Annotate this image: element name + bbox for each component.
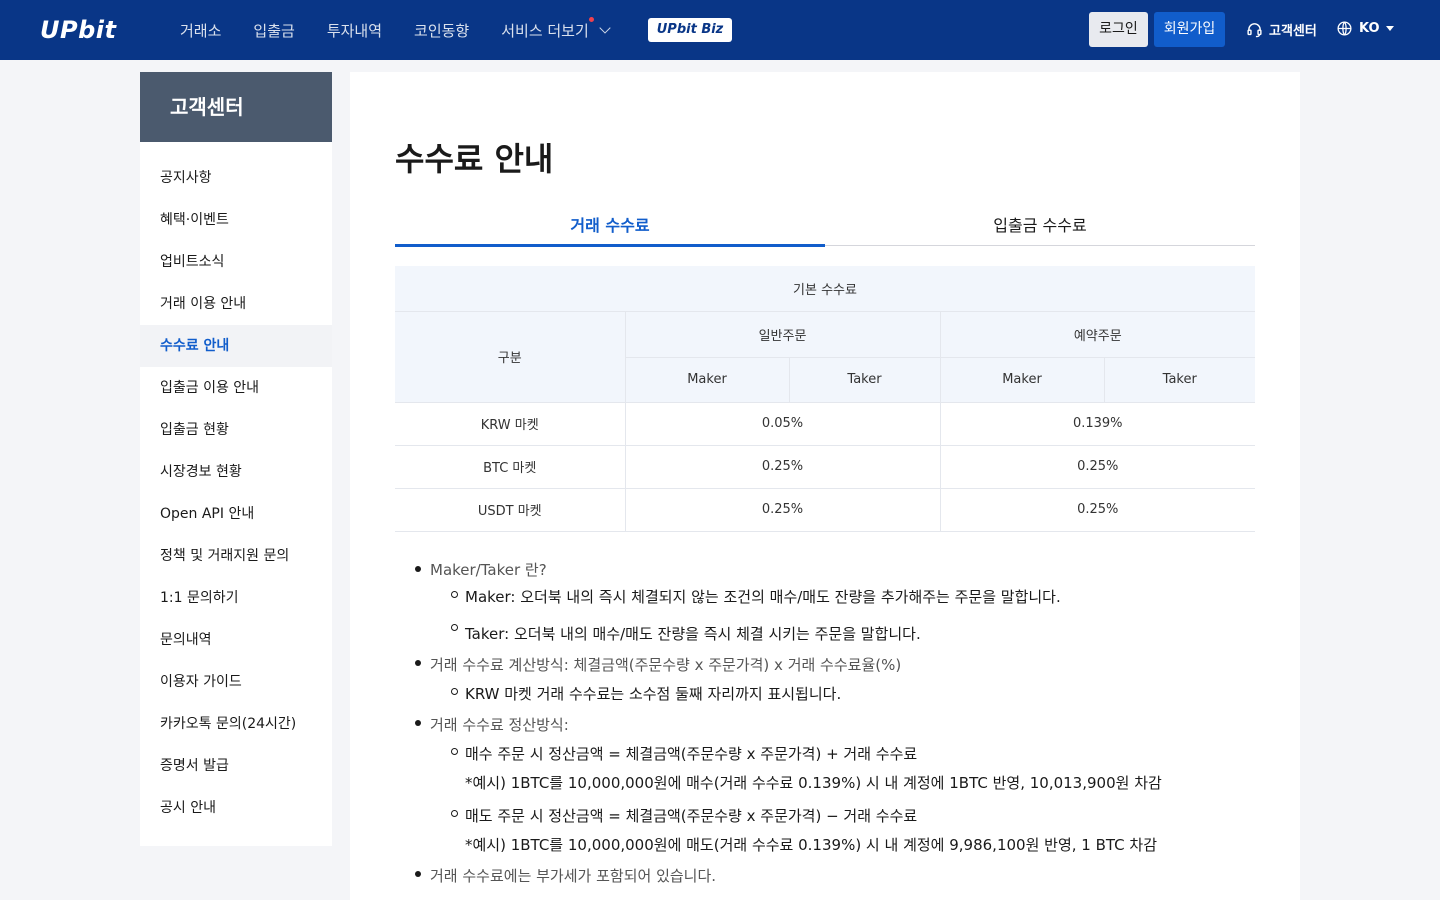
header-normal-maker: Maker	[624, 357, 789, 403]
sidebar: 고객센터 공지사항 혜택·이벤트 업비트소식 거래 이용 안내 수수료 안내 입…	[140, 72, 332, 846]
calc-title: 거래 수수료 계산방식: 체결금액(주문수량 x 주문가격) x 거래 수수료율…	[430, 656, 902, 674]
sidebar-item-fees[interactable]: 수수료 안내	[140, 325, 332, 367]
main-content: 수수료 안내 거래 수수료 입출금 수수료 기본 수수료 구분 일반주문 예약주…	[350, 72, 1300, 900]
maker-taker-title: Maker/Taker 란?	[430, 561, 547, 579]
sidebar-item-deposit-status[interactable]: 입출금 현황	[140, 409, 332, 451]
upbit-logo[interactable]: UPbit	[40, 17, 116, 43]
normal-fee-cell: 0.05%	[624, 402, 940, 446]
sidebar-item-open-api[interactable]: Open API 안내	[140, 493, 332, 535]
sell-example: *예시) 1BTC를 10,000,000원에 매도(거래 수수료 0.139%…	[465, 836, 1158, 854]
header-normal-taker: Taker	[788, 357, 940, 403]
sidebar-item-disclosure[interactable]: 공시 안내	[140, 787, 332, 829]
sell-formula: 매도 주문 시 정산금액 = 체결금액(주문수량 x 주문가격) − 거래 수수…	[465, 807, 918, 825]
table-row: USDT 마켓 0.25% 0.25%	[395, 488, 1255, 532]
taker-desc: Taker: 오더북 내의 매수/매도 잔량을 즉시 체결 시키는 주문을 말합…	[465, 625, 921, 643]
sidebar-item-events[interactable]: 혜택·이벤트	[140, 199, 332, 241]
top-header: UPbit 거래소 입출금 투자내역 코인동향 서비스 더보기 UPbit Bi…	[0, 0, 1440, 60]
sidebar-item-news[interactable]: 업비트소식	[140, 241, 332, 283]
calc-krw-note: KRW 마켓 거래 수수료는 소수점 둘째 자리까지 표시됩니다.	[465, 685, 842, 703]
normal-fee-cell: 0.25%	[624, 488, 940, 532]
sidebar-item-kakaotalk[interactable]: 카카오톡 문의(24시간)	[140, 703, 332, 745]
language-label: KO	[1359, 21, 1380, 36]
sidebar-item-one-to-one[interactable]: 1:1 문의하기	[140, 577, 332, 619]
nav-deposit-withdraw[interactable]: 입출금	[253, 20, 294, 41]
sidebar-list: 공지사항 혜택·이벤트 업비트소식 거래 이용 안내 수수료 안내 입출금 이용…	[140, 142, 332, 829]
buy-formula: 매수 주문 시 정산금액 = 체결금액(주문수량 x 주문가격) + 거래 수수…	[465, 745, 918, 763]
table-row: KRW 마켓 0.05% 0.139%	[395, 402, 1255, 446]
chevron-down-icon	[599, 21, 611, 34]
header-normal-order: 일반주문	[624, 311, 940, 358]
market-cell: KRW 마켓	[395, 402, 625, 446]
vat-note: 거래 수수료에는 부가세가 포함되어 있습니다.	[430, 867, 717, 885]
upbit-biz-badge[interactable]: UPbit Biz	[648, 18, 732, 42]
fee-notes: Maker/Taker 란? Maker: 오더북 내의 즉시 체결되지 않는 …	[415, 557, 1260, 891]
nav-more-label: 서비스 더보기	[501, 21, 589, 40]
reserved-fee-cell: 0.139%	[939, 402, 1255, 446]
list-item: 거래 수수료 정산방식: 매수 주문 시 정산금액 = 체결금액(주문수량 x …	[415, 711, 1260, 860]
sidebar-item-notice[interactable]: 공지사항	[140, 157, 332, 199]
sidebar-item-policy-inquiry[interactable]: 정책 및 거래지원 문의	[140, 535, 332, 577]
sidebar-item-market-alert[interactable]: 시장경보 현황	[140, 451, 332, 493]
new-dot-icon	[589, 16, 595, 22]
list-item: 거래 수수료 계산방식: 체결금액(주문수량 x 주문가격) x 거래 수수료율…	[415, 651, 1260, 709]
caret-down-icon	[1385, 26, 1394, 31]
header-reserved-taker: Taker	[1103, 357, 1255, 403]
globe-icon	[1337, 21, 1352, 36]
table-row: BTC 마켓 0.25% 0.25%	[395, 445, 1255, 489]
maker-desc: Maker: 오더북 내의 즉시 체결되지 않는 조건의 매수/매도 잔량을 추…	[465, 588, 1061, 606]
tab-trading-fee[interactable]: 거래 수수료	[395, 212, 825, 247]
sidebar-item-inquiry-history[interactable]: 문의내역	[140, 619, 332, 661]
list-item: 매수 주문 시 정산금액 = 체결금액(주문수량 x 주문가격) + 거래 수수…	[451, 740, 1260, 798]
table-caption: 기본 수수료	[395, 266, 1255, 312]
row-header-category: 구분	[395, 311, 625, 403]
sidebar-item-deposit-guide[interactable]: 입출금 이용 안내	[140, 367, 332, 409]
main-nav: 거래소 입출금 투자내역 코인동향 서비스 더보기	[180, 0, 641, 60]
tab-deposit-withdraw-fee[interactable]: 입출금 수수료	[825, 212, 1255, 245]
list-item: Taker: 오더북 내의 매수/매도 잔량을 즉시 체결 시키는 주문을 말합…	[451, 616, 1260, 649]
settle-title: 거래 수수료 정산방식:	[430, 716, 569, 734]
sidebar-item-user-guide[interactable]: 이용자 가이드	[140, 661, 332, 703]
header-reserved-order: 예약주문	[939, 311, 1255, 358]
market-cell: BTC 마켓	[395, 445, 625, 489]
sidebar-title: 고객센터	[140, 72, 332, 142]
nav-coin-trends[interactable]: 코인동향	[414, 20, 469, 41]
buy-example: *예시) 1BTC를 10,000,000원에 매수(거래 수수료 0.139%…	[465, 774, 1162, 792]
fee-tabs: 거래 수수료 입출금 수수료	[395, 212, 1255, 247]
nav-more-services[interactable]: 서비스 더보기	[501, 16, 611, 41]
customer-center-link[interactable]: 고객센터	[1246, 20, 1317, 39]
nav-exchange[interactable]: 거래소	[180, 20, 221, 41]
page-title: 수수료 안내	[395, 140, 554, 178]
signup-button[interactable]: 회원가입	[1154, 12, 1225, 47]
sidebar-item-certificate[interactable]: 증명서 발급	[140, 745, 332, 787]
market-cell: USDT 마켓	[395, 488, 625, 532]
list-item: KRW 마켓 거래 수수료는 소수점 둘째 자리까지 표시됩니다.	[451, 680, 1260, 709]
fee-table: 기본 수수료 구분 일반주문 예약주문 Maker Taker Maker Ta…	[395, 266, 1255, 532]
headset-icon	[1247, 23, 1262, 38]
header-reserved-maker: Maker	[939, 357, 1104, 403]
list-item: 거래 수수료에는 부가세가 포함되어 있습니다.	[415, 862, 1260, 891]
list-item: Maker/Taker 란? Maker: 오더북 내의 즉시 체결되지 않는 …	[415, 557, 1260, 649]
list-item: 매도 주문 시 정산금액 = 체결금액(주문수량 x 주문가격) − 거래 수수…	[451, 802, 1260, 860]
reserved-fee-cell: 0.25%	[939, 488, 1255, 532]
reserved-fee-cell: 0.25%	[939, 445, 1255, 489]
customer-center-label: 고객센터	[1269, 24, 1317, 39]
normal-fee-cell: 0.25%	[624, 445, 940, 489]
list-item: Maker: 오더북 내의 즉시 체결되지 않는 조건의 매수/매도 잔량을 추…	[451, 583, 1260, 616]
language-selector[interactable]: KO	[1336, 20, 1394, 37]
login-button[interactable]: 로그인	[1089, 12, 1148, 47]
nav-investments[interactable]: 투자내역	[327, 20, 382, 41]
sidebar-item-trading-guide[interactable]: 거래 이용 안내	[140, 283, 332, 325]
